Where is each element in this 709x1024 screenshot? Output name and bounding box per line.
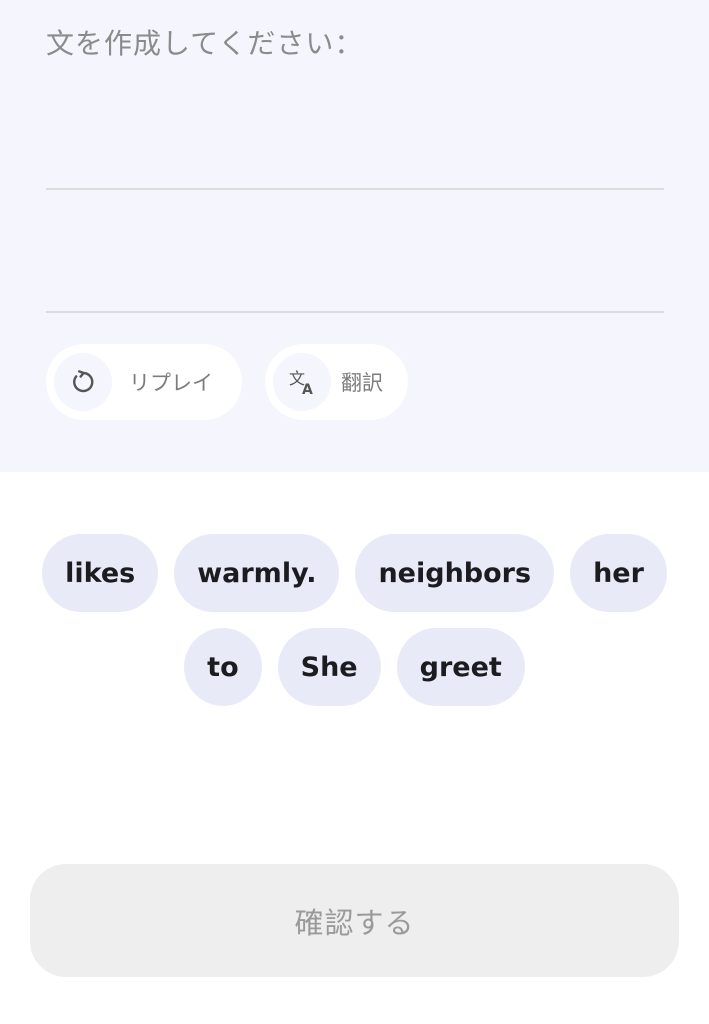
replay-icon-container	[54, 353, 112, 411]
word-bank-row-1: likes warmly. neighbors her	[0, 534, 709, 612]
word-chip-greet[interactable]: greet	[396, 628, 525, 706]
word-chip-likes[interactable]: likes	[42, 534, 159, 612]
confirm-button[interactable]: 確認する	[30, 864, 679, 977]
word-chip-warmly[interactable]: warmly.	[174, 534, 340, 612]
replay-label: リプレイ	[129, 371, 213, 395]
word-chip-she[interactable]: She	[277, 628, 381, 706]
translate-label: 翻訳	[341, 371, 383, 395]
translate-icon-glyph-sub: A	[302, 382, 313, 397]
replay-icon	[73, 370, 94, 393]
answer-line-2[interactable]	[46, 311, 664, 313]
answer-line-1[interactable]	[46, 188, 664, 190]
instruction-text: 文を作成してください：	[46, 27, 364, 60]
word-chip-neighbors[interactable]: neighbors	[355, 534, 555, 612]
word-chip-her[interactable]: her	[570, 534, 667, 612]
word-bank-row-2: to She greet	[0, 628, 709, 706]
translate-button[interactable]: 文 A 翻訳	[265, 344, 408, 420]
translate-icon-container: 文 A	[273, 353, 331, 411]
answer-panel: 文を作成してください： リプレイ 文 A 翻訳	[0, 0, 709, 472]
replay-button[interactable]: リプレイ	[46, 344, 242, 420]
translate-icon: 文 A	[289, 369, 313, 397]
word-chip-to[interactable]: to	[184, 628, 262, 706]
